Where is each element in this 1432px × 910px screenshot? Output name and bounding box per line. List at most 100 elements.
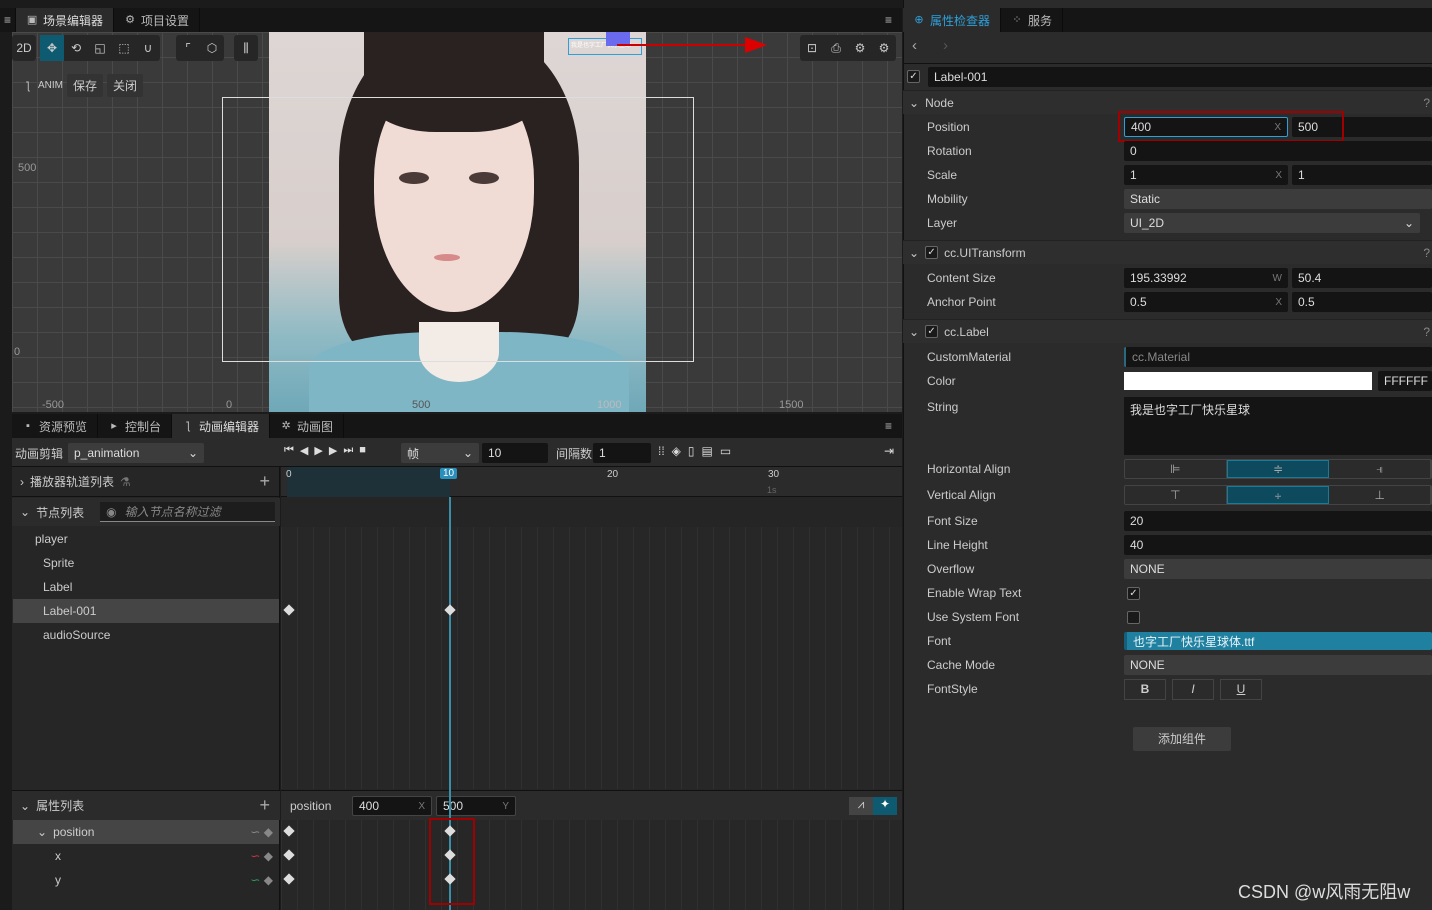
jump-first-icon[interactable]: ⏮ bbox=[284, 444, 294, 457]
position-y-input[interactable]: 500 Y bbox=[436, 796, 516, 816]
align-left-icon[interactable]: ⊫ bbox=[1125, 460, 1227, 478]
color-hex-field[interactable]: FFFFFF bbox=[1378, 371, 1432, 391]
tab-animation-editor[interactable]: ƪ 动画编辑器 bbox=[172, 414, 271, 438]
unit-select[interactable]: 帧 ⌄ bbox=[401, 443, 479, 463]
node-filter-input[interactable]: ◉ 输入节点名称过滤 bbox=[100, 502, 276, 522]
player-tracks-header[interactable]: › 播放器轨道列表 ⚗ + bbox=[12, 467, 280, 497]
doc-icon[interactable]: ▯ bbox=[688, 444, 695, 458]
content-width-field[interactable]: 195.33992 W bbox=[1124, 268, 1288, 288]
curve-icon[interactable]: ∽ ◆ bbox=[250, 820, 273, 844]
cache-mode-select[interactable]: NONE bbox=[1124, 655, 1432, 675]
scale-y-field[interactable]: 1 bbox=[1292, 165, 1432, 185]
position-x-input[interactable]: 400 X bbox=[352, 796, 432, 816]
close-button[interactable]: 关闭 bbox=[107, 74, 144, 97]
rect-tool-icon[interactable]: ⬚ bbox=[112, 35, 136, 61]
tab-scene-editor[interactable]: ▣ 场景编辑器 bbox=[16, 8, 115, 32]
frame-input[interactable]: 10 bbox=[482, 443, 548, 463]
help-icon[interactable]: ? bbox=[1423, 96, 1430, 110]
timeline-panel[interactable]: 0 10 20 30 1s position 400 X 500 Y ⩘ ✦ bbox=[281, 467, 902, 910]
tab-console[interactable]: ▸ 控制台 bbox=[98, 414, 173, 438]
add-property-icon[interactable]: + bbox=[259, 795, 270, 816]
content-height-field[interactable]: 50.4 bbox=[1292, 268, 1432, 288]
x-arrow-icon[interactable] bbox=[745, 37, 767, 53]
italic-button[interactable]: I bbox=[1172, 679, 1214, 700]
menu-icon[interactable]: ≡ bbox=[0, 8, 17, 32]
exit-icon[interactable]: ⇥ bbox=[884, 444, 894, 458]
stop-icon[interactable]: ■ bbox=[359, 444, 366, 457]
page-icon[interactable]: ▭ bbox=[720, 444, 731, 458]
panel-menu-icon[interactable]: ≡ bbox=[875, 414, 902, 438]
layer-select[interactable]: UI_2D ⌄ bbox=[1124, 213, 1420, 233]
settings-icon[interactable]: ⚙ bbox=[848, 35, 872, 61]
rotate-tool-icon[interactable]: ⟲ bbox=[64, 35, 88, 61]
section-label[interactable]: ⌄ ✓ cc.Label? bbox=[903, 319, 1432, 343]
interval-input[interactable]: 1 bbox=[593, 443, 651, 463]
clip-select[interactable]: p_animation ⌄ bbox=[68, 443, 204, 463]
prop-row-x[interactable]: x ∽ ◆ bbox=[13, 844, 279, 868]
label-node-gizmo[interactable]: 我是也字工厂快乐星球 bbox=[568, 38, 642, 55]
bold-button[interactable]: B bbox=[1124, 679, 1166, 700]
align-bottom-icon[interactable]: ⊥ bbox=[1329, 486, 1432, 504]
curve-view-icon[interactable]: ⩘ bbox=[849, 797, 873, 815]
prop-row-y[interactable]: y ∽ ◆ bbox=[13, 868, 279, 892]
current-frame-marker[interactable]: 10 bbox=[440, 468, 458, 479]
font-size-field[interactable]: 20 bbox=[1124, 511, 1432, 531]
node-item-audiosource[interactable]: audioSource bbox=[13, 623, 279, 647]
mobility-select[interactable]: Static bbox=[1124, 189, 1432, 209]
tab-inspector[interactable]: ⊕ 属性检查器 bbox=[903, 8, 1002, 32]
keyframe-view-icon[interactable]: ✦ bbox=[873, 797, 897, 815]
node-item-label-001[interactable]: Label-001 bbox=[13, 599, 279, 623]
back-icon[interactable]: ‹ bbox=[912, 37, 917, 54]
snap-tool-icon[interactable]: ∪ bbox=[136, 35, 160, 61]
tab-animation-graph[interactable]: ✲ 动画图 bbox=[270, 414, 345, 438]
keyframe-grid[interactable] bbox=[281, 527, 902, 789]
node-active-checkbox[interactable]: ✓ bbox=[907, 70, 920, 83]
pivot-icon[interactable]: ⌜ bbox=[176, 35, 200, 61]
forward-icon[interactable]: › bbox=[943, 37, 948, 54]
line-height-field[interactable]: 40 bbox=[1124, 535, 1432, 555]
overflow-select[interactable]: NONE bbox=[1124, 559, 1432, 579]
tab-project-settings[interactable]: ⚙ 项目设置 bbox=[114, 8, 201, 32]
node-name-input[interactable]: Label-001 bbox=[928, 66, 1432, 87]
local-global-icon[interactable]: ⬡ bbox=[200, 35, 224, 61]
node-item-player[interactable]: player bbox=[13, 527, 279, 551]
add-icon[interactable]: + bbox=[259, 471, 270, 492]
align-center-icon[interactable]: ≑ bbox=[1226, 460, 1330, 478]
anchor-x-field[interactable]: 0.5 X bbox=[1124, 292, 1288, 312]
2d-toggle-button[interactable]: 2D bbox=[12, 35, 36, 61]
string-textarea[interactable]: 我是也字工厂快乐星球 bbox=[1124, 397, 1432, 455]
tab-assets-preview[interactable]: ▪ 资源预览 bbox=[12, 414, 99, 438]
scale-tool-icon[interactable]: ◱ bbox=[88, 35, 112, 61]
section-uitransform[interactable]: ⌄ ✓ cc.UITransform? bbox=[903, 240, 1432, 264]
play-icon[interactable]: ▶ bbox=[314, 444, 322, 457]
keyframe-icon[interactable]: ◈ bbox=[672, 444, 681, 458]
grid-icon[interactable]: ⁞⁞ bbox=[658, 444, 665, 458]
help-icon[interactable]: ? bbox=[1423, 246, 1430, 260]
anchor-y-field[interactable]: 0.5 bbox=[1292, 292, 1432, 312]
prev-frame-icon[interactable]: ◀ bbox=[300, 444, 308, 457]
camera-icon[interactable]: ⎙ bbox=[824, 35, 848, 61]
system-font-checkbox[interactable] bbox=[1127, 611, 1140, 624]
component-enabled-checkbox[interactable]: ✓ bbox=[925, 246, 939, 259]
list-icon[interactable]: ▤ bbox=[702, 444, 713, 458]
help-icon[interactable]: ? bbox=[1423, 325, 1430, 339]
node-item-sprite[interactable]: Sprite bbox=[13, 551, 279, 575]
gizmo-settings-icon[interactable]: ⚙ bbox=[872, 35, 896, 61]
curve-icon[interactable]: ∽ ◆ bbox=[250, 844, 273, 868]
rotation-field[interactable]: 0 bbox=[1124, 141, 1432, 161]
custom-material-field[interactable]: cc.Material bbox=[1124, 347, 1432, 367]
move-gizmo-x-axis[interactable] bbox=[617, 44, 747, 46]
jump-last-icon[interactable]: ⏭ bbox=[343, 444, 353, 457]
prop-row-position[interactable]: ⌄ position ∽ ◆ bbox=[13, 820, 279, 844]
align-right-icon[interactable]: ⫣ bbox=[1329, 460, 1432, 478]
save-button[interactable]: 保存 bbox=[67, 74, 104, 97]
wrap-checkbox[interactable]: ✓ bbox=[1127, 587, 1140, 600]
color-swatch[interactable] bbox=[1124, 372, 1372, 390]
frame-icon[interactable]: ⊡ bbox=[800, 35, 824, 61]
add-component-button[interactable]: 添加组件 bbox=[1133, 727, 1231, 751]
align-middle-icon[interactable]: ⧾ bbox=[1226, 486, 1330, 504]
timeline-ruler[interactable]: 0 10 20 30 1s bbox=[281, 467, 902, 497]
scene-viewport[interactable]: 我是也字工厂快乐星球 500 0 -500 0 500 1000 1500 2D… bbox=[12, 32, 902, 412]
component-enabled-checkbox[interactable]: ✓ bbox=[925, 325, 939, 338]
move-tool-icon[interactable]: ✥ bbox=[40, 35, 64, 61]
